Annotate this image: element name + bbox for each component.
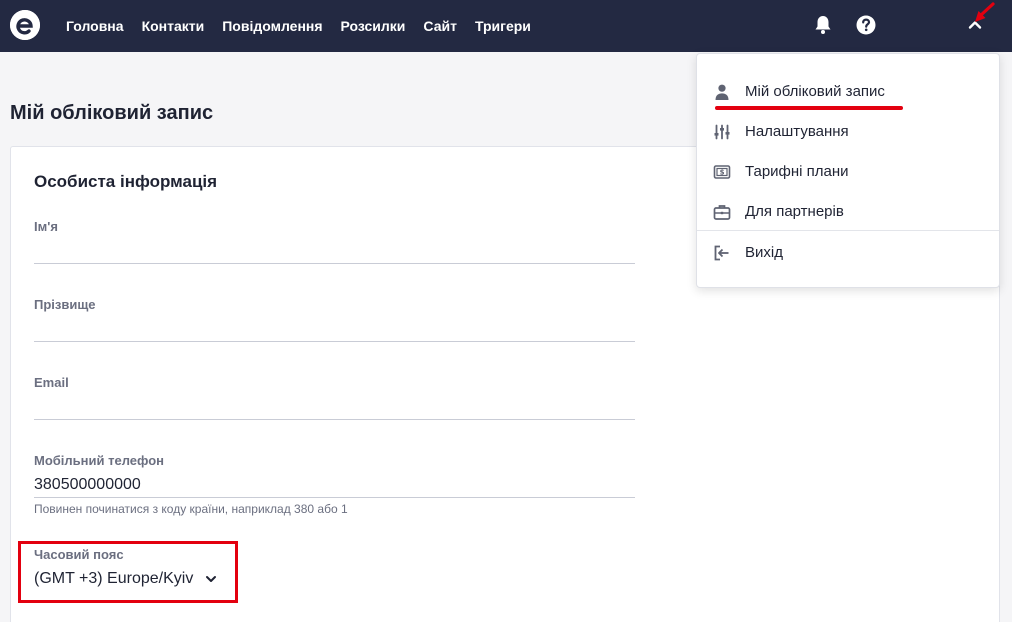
last-name-label: Прізвище (34, 297, 96, 312)
first-name-field: Ім'я (34, 219, 635, 264)
email-field: Email (34, 375, 635, 420)
menu-item-label: Тарифні плани (745, 163, 849, 180)
menu-item-my-account[interactable]: Мій обліковий запис (697, 74, 999, 110)
account-dropdown-menu: Мій обліковий запис Налаштування $ Тариф… (696, 53, 1000, 288)
email-input[interactable] (34, 390, 635, 420)
top-navbar: Головна Контакти Повідомлення Розсилки С… (0, 0, 1012, 52)
menu-item-label: Мій обліковий запис (745, 83, 885, 100)
menu-item-label: Вихід (745, 244, 783, 261)
main-nav: Головна Контакти Повідомлення Розсилки С… (66, 0, 549, 52)
email-label: Email (34, 375, 69, 390)
page-title: Мій обліковий запис (10, 102, 214, 124)
logo-icon[interactable] (10, 10, 40, 40)
briefcase-icon (713, 203, 731, 221)
nav-home[interactable]: Головна (66, 18, 124, 34)
timezone-highlight-annotation (18, 541, 238, 603)
nav-triggers[interactable]: Тригери (475, 18, 531, 34)
underline-annotation (715, 106, 903, 110)
phone-field: Мобільний телефон Повинен починатися з к… (34, 453, 635, 516)
phone-hint: Повинен починатися з коду країни, наприк… (34, 502, 348, 516)
first-name-input[interactable] (34, 234, 635, 264)
money-icon: $ (713, 163, 731, 181)
nav-campaigns[interactable]: Розсилки (341, 18, 406, 34)
nav-site[interactable]: Сайт (423, 18, 457, 34)
menu-item-label: Налаштування (745, 123, 849, 140)
nav-contacts[interactable]: Контакти (142, 18, 205, 34)
menu-item-partners[interactable]: Для партнерів (697, 194, 999, 230)
last-name-input[interactable] (34, 312, 635, 342)
sliders-icon (713, 123, 731, 141)
menu-item-settings[interactable]: Налаштування (697, 114, 999, 150)
red-arrow-annotation (972, 2, 996, 29)
nav-messages[interactable]: Повідомлення (222, 18, 322, 34)
menu-item-plans[interactable]: $ Тарифні плани (697, 154, 999, 190)
svg-text:$: $ (720, 169, 725, 177)
menu-item-logout[interactable]: Вихід (697, 235, 999, 271)
menu-divider (697, 230, 999, 231)
menu-item-label: Для партнерів (745, 203, 844, 220)
phone-label: Мобільний телефон (34, 453, 165, 468)
section-title: Особиста інформація (34, 172, 218, 191)
last-name-field: Прізвище (34, 297, 635, 342)
first-name-label: Ім'я (34, 219, 58, 234)
user-icon (713, 83, 731, 101)
help-icon[interactable] (855, 14, 877, 36)
phone-input[interactable] (34, 468, 635, 498)
logout-icon (713, 244, 731, 262)
bell-icon[interactable] (812, 14, 834, 36)
